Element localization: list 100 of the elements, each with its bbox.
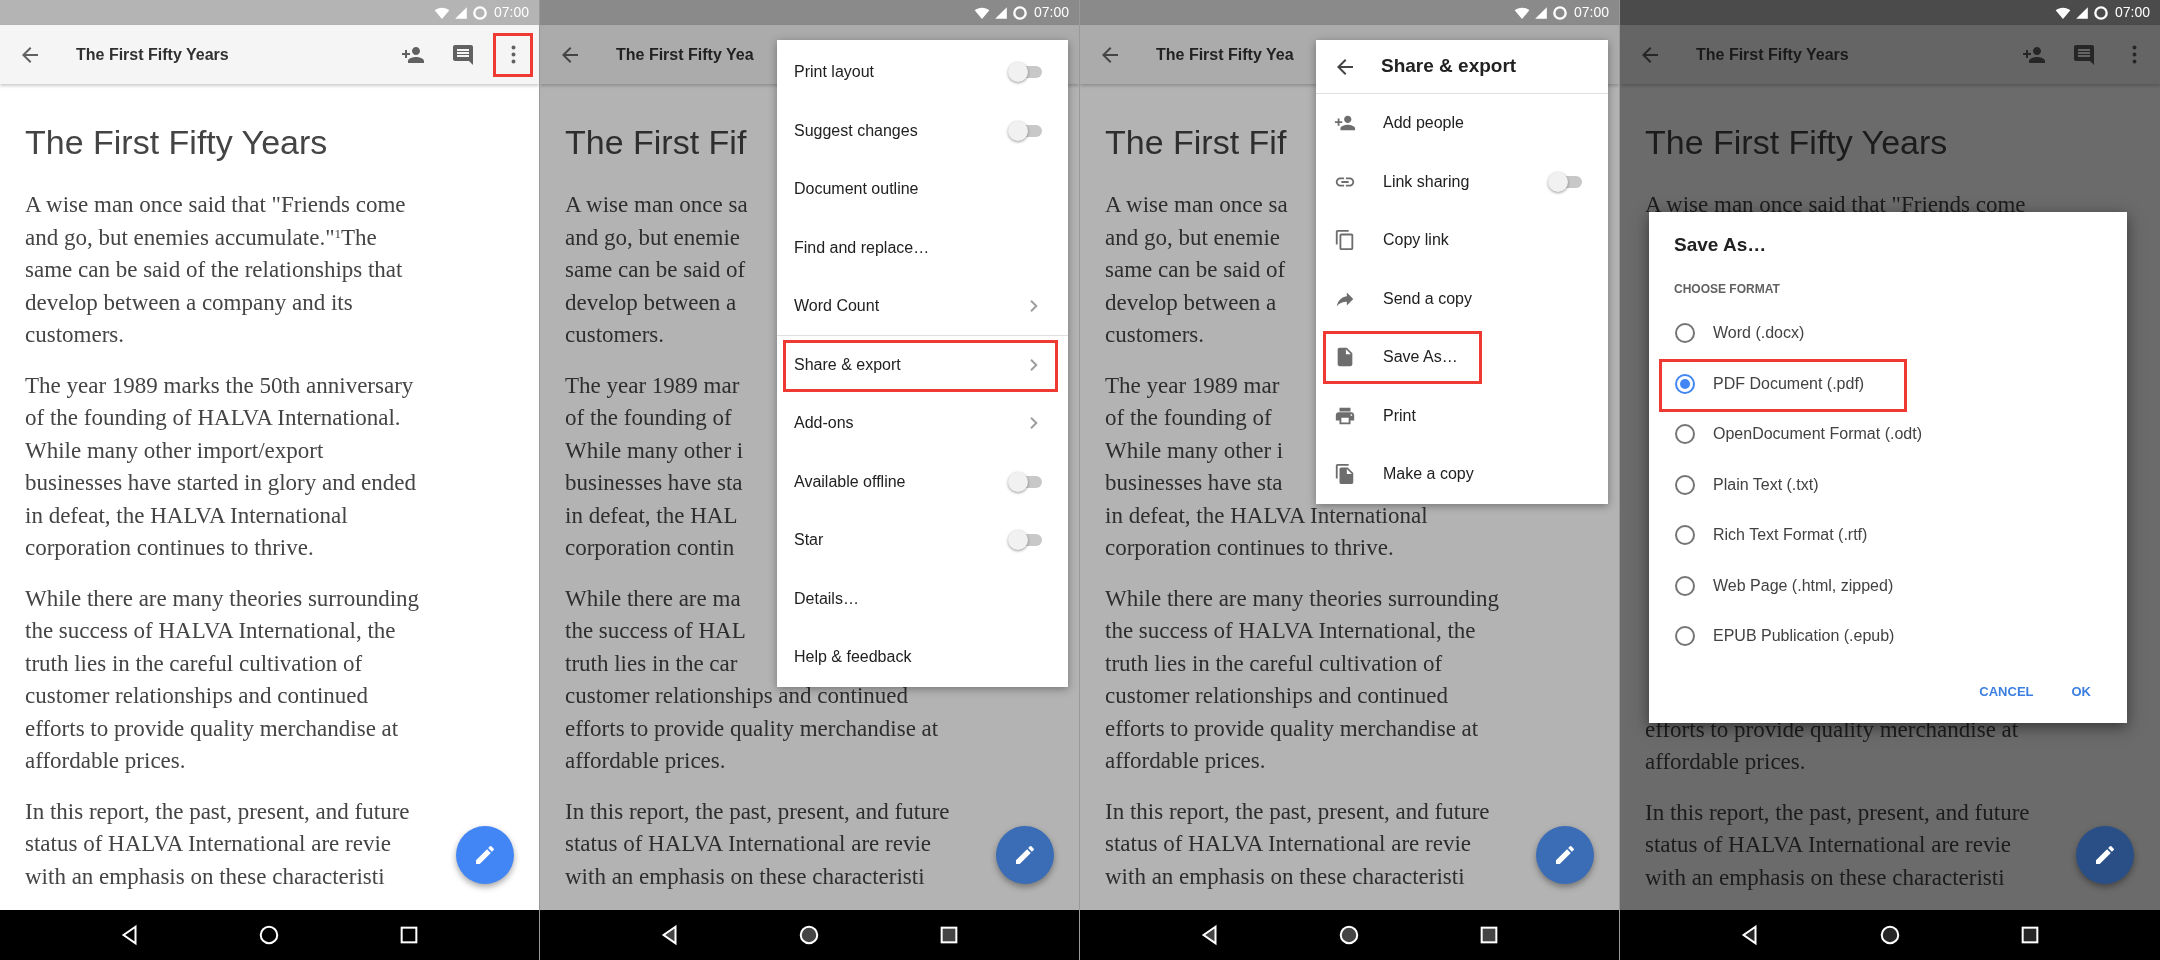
- status-time: 07:00: [2114, 3, 2150, 22]
- text-line: status of HALVA International are revie: [565, 830, 931, 858]
- text-line: businesses have started in glory and ended: [25, 469, 416, 497]
- text-line: the success of HALVA International, the: [1105, 617, 1476, 645]
- status-time: 07:00: [493, 3, 529, 22]
- radio-button[interactable]: [1675, 575, 1695, 596]
- section-label: CHOOSE FORMAT: [1674, 281, 1780, 298]
- text-line: corporation continues to thrive.: [25, 534, 314, 562]
- menu-item[interactable]: Find and replace…: [777, 218, 1068, 277]
- signal-icon: [993, 5, 1008, 20]
- toggle-switch[interactable]: [1008, 471, 1044, 492]
- menu-item[interactable]: Suggest changes: [777, 101, 1068, 160]
- dialog-title: Save As…: [1674, 233, 1767, 257]
- radio-button[interactable]: [1675, 525, 1695, 546]
- menu-item[interactable]: Word Count: [777, 277, 1068, 336]
- text-line: customers.: [25, 321, 124, 349]
- copy-icon: [1334, 229, 1356, 252]
- radio-button[interactable]: [1675, 474, 1695, 495]
- text-line: the success of HAL: [565, 617, 746, 645]
- text-line: same can be said of: [1105, 256, 1286, 284]
- text-line: In this report, the past, present, and future: [565, 797, 950, 826]
- text-line: with an emphasis on these characteristi: [25, 862, 385, 891]
- file-copy-icon: [1334, 463, 1356, 486]
- text-line: and go, but enemie: [565, 223, 740, 252]
- text-line: While many other i: [1105, 436, 1284, 465]
- menu-item[interactable]: Save As…: [1316, 328, 1608, 387]
- signal-icon: [2074, 5, 2089, 20]
- radio-option[interactable]: Rich Text Format (.rtf): [1649, 510, 2127, 561]
- text-line: develop between a: [565, 288, 737, 317]
- document-heading: The First Fifty Years: [1645, 122, 1948, 162]
- radio-button[interactable]: [1675, 626, 1695, 647]
- document-heading: The First Fif: [1105, 122, 1287, 162]
- menu-item[interactable]: Add people: [1316, 94, 1608, 153]
- radio-option[interactable]: Web Page (.html, zipped): [1649, 560, 2127, 611]
- text-line: affordable prices.: [25, 747, 186, 775]
- text-line: of the founding of HALVA International.: [25, 404, 401, 432]
- circle-icon: [798, 924, 821, 946]
- toggle-switch[interactable]: [1548, 171, 1584, 192]
- text-line: The year 1989 mar: [1105, 371, 1280, 400]
- menu-item[interactable]: Link sharing: [1316, 152, 1608, 211]
- radio-option[interactable]: OpenDocument Format (.odt): [1649, 409, 2127, 460]
- text-line: with an emphasis on these characteristi: [1645, 863, 2005, 892]
- menu-item[interactable]: Print layout: [777, 43, 1068, 102]
- menu-item[interactable]: Share & export: [777, 335, 1068, 394]
- menu-item[interactable]: Add-ons: [777, 394, 1068, 453]
- circle-icon: [1338, 924, 1361, 946]
- text-line: In this report, the past, present, and future: [1105, 797, 1490, 826]
- text-line: in defeat, the HAL: [565, 501, 738, 530]
- toggle-switch[interactable]: [1008, 530, 1044, 551]
- radio-option[interactable]: EPUB Publication (.epub): [1649, 611, 2127, 662]
- menu-item[interactable]: Document outline: [777, 160, 1068, 219]
- pencil-icon: [2093, 843, 2117, 867]
- text-line: with an emphasis on these characteristi: [1105, 862, 1465, 891]
- text-line: corporation continues to thrive.: [1105, 534, 1394, 562]
- ring-icon: [471, 4, 488, 21]
- text-line: corporation contin: [565, 534, 735, 562]
- text-line: and go, but enemies accumulate."$^{1}$The: [25, 223, 377, 252]
- document-heading: The First Fif: [565, 122, 747, 162]
- document-heading: The First Fifty Years: [25, 122, 328, 162]
- ok-button[interactable]: OK: [2059, 671, 2103, 711]
- square-icon: [2019, 924, 2041, 946]
- text-line: in defeat, the HALVA International: [1105, 501, 1428, 530]
- radio-button[interactable]: [1675, 424, 1695, 445]
- radio-option[interactable]: Word (.docx): [1649, 308, 2127, 359]
- text-line: efforts to provide quality merchandise at: [25, 714, 399, 743]
- radio-button[interactable]: [1675, 323, 1695, 344]
- menu-item[interactable]: Send a copy: [1316, 269, 1608, 328]
- text-line: While many other import/export: [25, 436, 324, 465]
- status-time: 07:00: [1573, 3, 1609, 22]
- text-line: of the founding of: [1105, 404, 1272, 432]
- ring-icon: [1011, 4, 1028, 21]
- menu-item[interactable]: Print: [1316, 386, 1608, 445]
- text-line: status of HALVA International are revie: [1105, 830, 1471, 858]
- menu-item[interactable]: Details…: [777, 569, 1068, 628]
- ring-icon: [1551, 4, 1568, 21]
- text-line: in defeat, the HALVA International: [25, 501, 348, 530]
- text-line: efforts to provide quality merchandise at: [1105, 714, 1479, 743]
- radio-option[interactable]: Plain Text (.txt): [1649, 459, 2127, 510]
- text-line: of the founding of: [565, 404, 732, 432]
- toggle-switch[interactable]: [1008, 120, 1044, 141]
- menu-item[interactable]: Make a copy: [1316, 445, 1608, 504]
- text-line: affordable prices.: [565, 747, 726, 775]
- text-line: develop between a: [1105, 288, 1277, 317]
- menu-item[interactable]: Copy link: [1316, 211, 1608, 270]
- menu-item[interactable]: Available offline: [777, 452, 1068, 511]
- radio-button[interactable]: [1675, 373, 1695, 394]
- menu-item[interactable]: Star: [777, 511, 1068, 570]
- toggle-switch[interactable]: [1008, 62, 1044, 83]
- text-line: In this report, the past, present, and future: [1645, 798, 2030, 827]
- text-line: with an emphasis on these characteristi: [565, 862, 925, 891]
- text-line: customers.: [565, 321, 664, 349]
- radio-option[interactable]: PDF Document (.pdf): [1649, 358, 2127, 409]
- menu-title: Share & export: [1381, 54, 1517, 79]
- cancel-button[interactable]: CANCEL: [1967, 671, 2046, 711]
- text-line: truth lies in the careful cultivation of: [1105, 649, 1443, 678]
- text-line: truth lies in the careful cultivation of: [25, 649, 363, 678]
- text-line: The year 1989 marks the 50th anniversary: [25, 371, 414, 400]
- text-line: develop between a company and its: [25, 288, 353, 317]
- text-line: status of HALVA International are revie: [25, 830, 391, 858]
- text-line: The year 1989 mar: [565, 371, 740, 400]
